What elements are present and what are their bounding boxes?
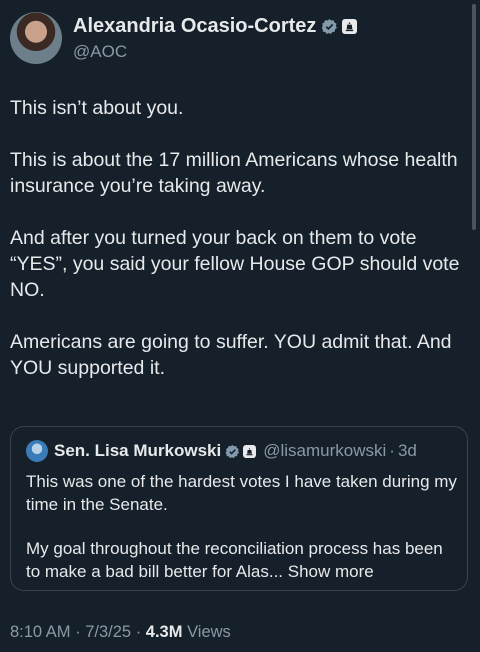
tweet-header: Alexandria Ocasio-Cortez @AOC [10, 12, 358, 64]
tweet-meta: 8:10 AM · 7/3/25 · 4.3M Views [10, 623, 231, 642]
quoted-age[interactable]: 3d [398, 441, 417, 461]
quoted-tweet-header: Sen. Lisa Murkowski @lisamurkowski · 3d [26, 440, 417, 462]
quoted-paragraph-text: My goal throughout the reconciliation pr… [26, 539, 443, 581]
quoted-avatar[interactable] [26, 440, 48, 462]
tweet-date[interactable]: 7/3/25 [85, 623, 131, 641]
tweet-body: This isn’t about you. This is about the … [10, 95, 472, 407]
verified-badge-icon [322, 18, 338, 34]
quoted-separator: · [389, 441, 395, 460]
scrollbar[interactable] [472, 4, 476, 230]
author-handle[interactable]: @AOC [73, 42, 357, 62]
name-row: Alexandria Ocasio-Cortez [73, 14, 358, 38]
quoted-paragraph-last: My goal throughout the reconciliation pr… [26, 538, 458, 583]
tweet-paragraph: And after you turned your back on them t… [10, 227, 460, 301]
verified-badge-icon [225, 444, 240, 458]
author-names: Alexandria Ocasio-Cortez @AOC [73, 14, 358, 62]
tweet-paragraph: This is about the 17 million Americans w… [10, 149, 458, 197]
tweet-paragraph: This isn’t about you. [10, 97, 184, 119]
avatar[interactable] [10, 12, 62, 64]
quoted-display-name[interactable]: Sen. Lisa Murkowski [54, 441, 221, 461]
tweet-paragraph: Americans are going to suffer. YOU admit… [10, 331, 452, 379]
author-display-name[interactable]: Alexandria Ocasio-Cortez [73, 15, 316, 38]
quoted-tweet-card[interactable]: Sen. Lisa Murkowski @lisamurkowski · 3d … [10, 426, 468, 591]
quoted-tweet-body: This was one of the hardest votes I have… [26, 471, 458, 583]
quoted-paragraph: This was one of the hardest votes I have… [26, 472, 457, 514]
meta-separator: · [135, 623, 142, 641]
views-count[interactable]: 4.3M [146, 623, 183, 641]
show-more-link[interactable]: Show more [288, 562, 374, 581]
meta-separator: · [75, 623, 81, 641]
views-label: Views [187, 623, 231, 641]
capitol-affiliation-icon[interactable] [243, 444, 257, 458]
capitol-affiliation-icon[interactable] [342, 18, 358, 34]
tweet-time[interactable]: 8:10 AM [10, 623, 71, 641]
quoted-handle[interactable]: @lisamurkowski [263, 441, 386, 461]
